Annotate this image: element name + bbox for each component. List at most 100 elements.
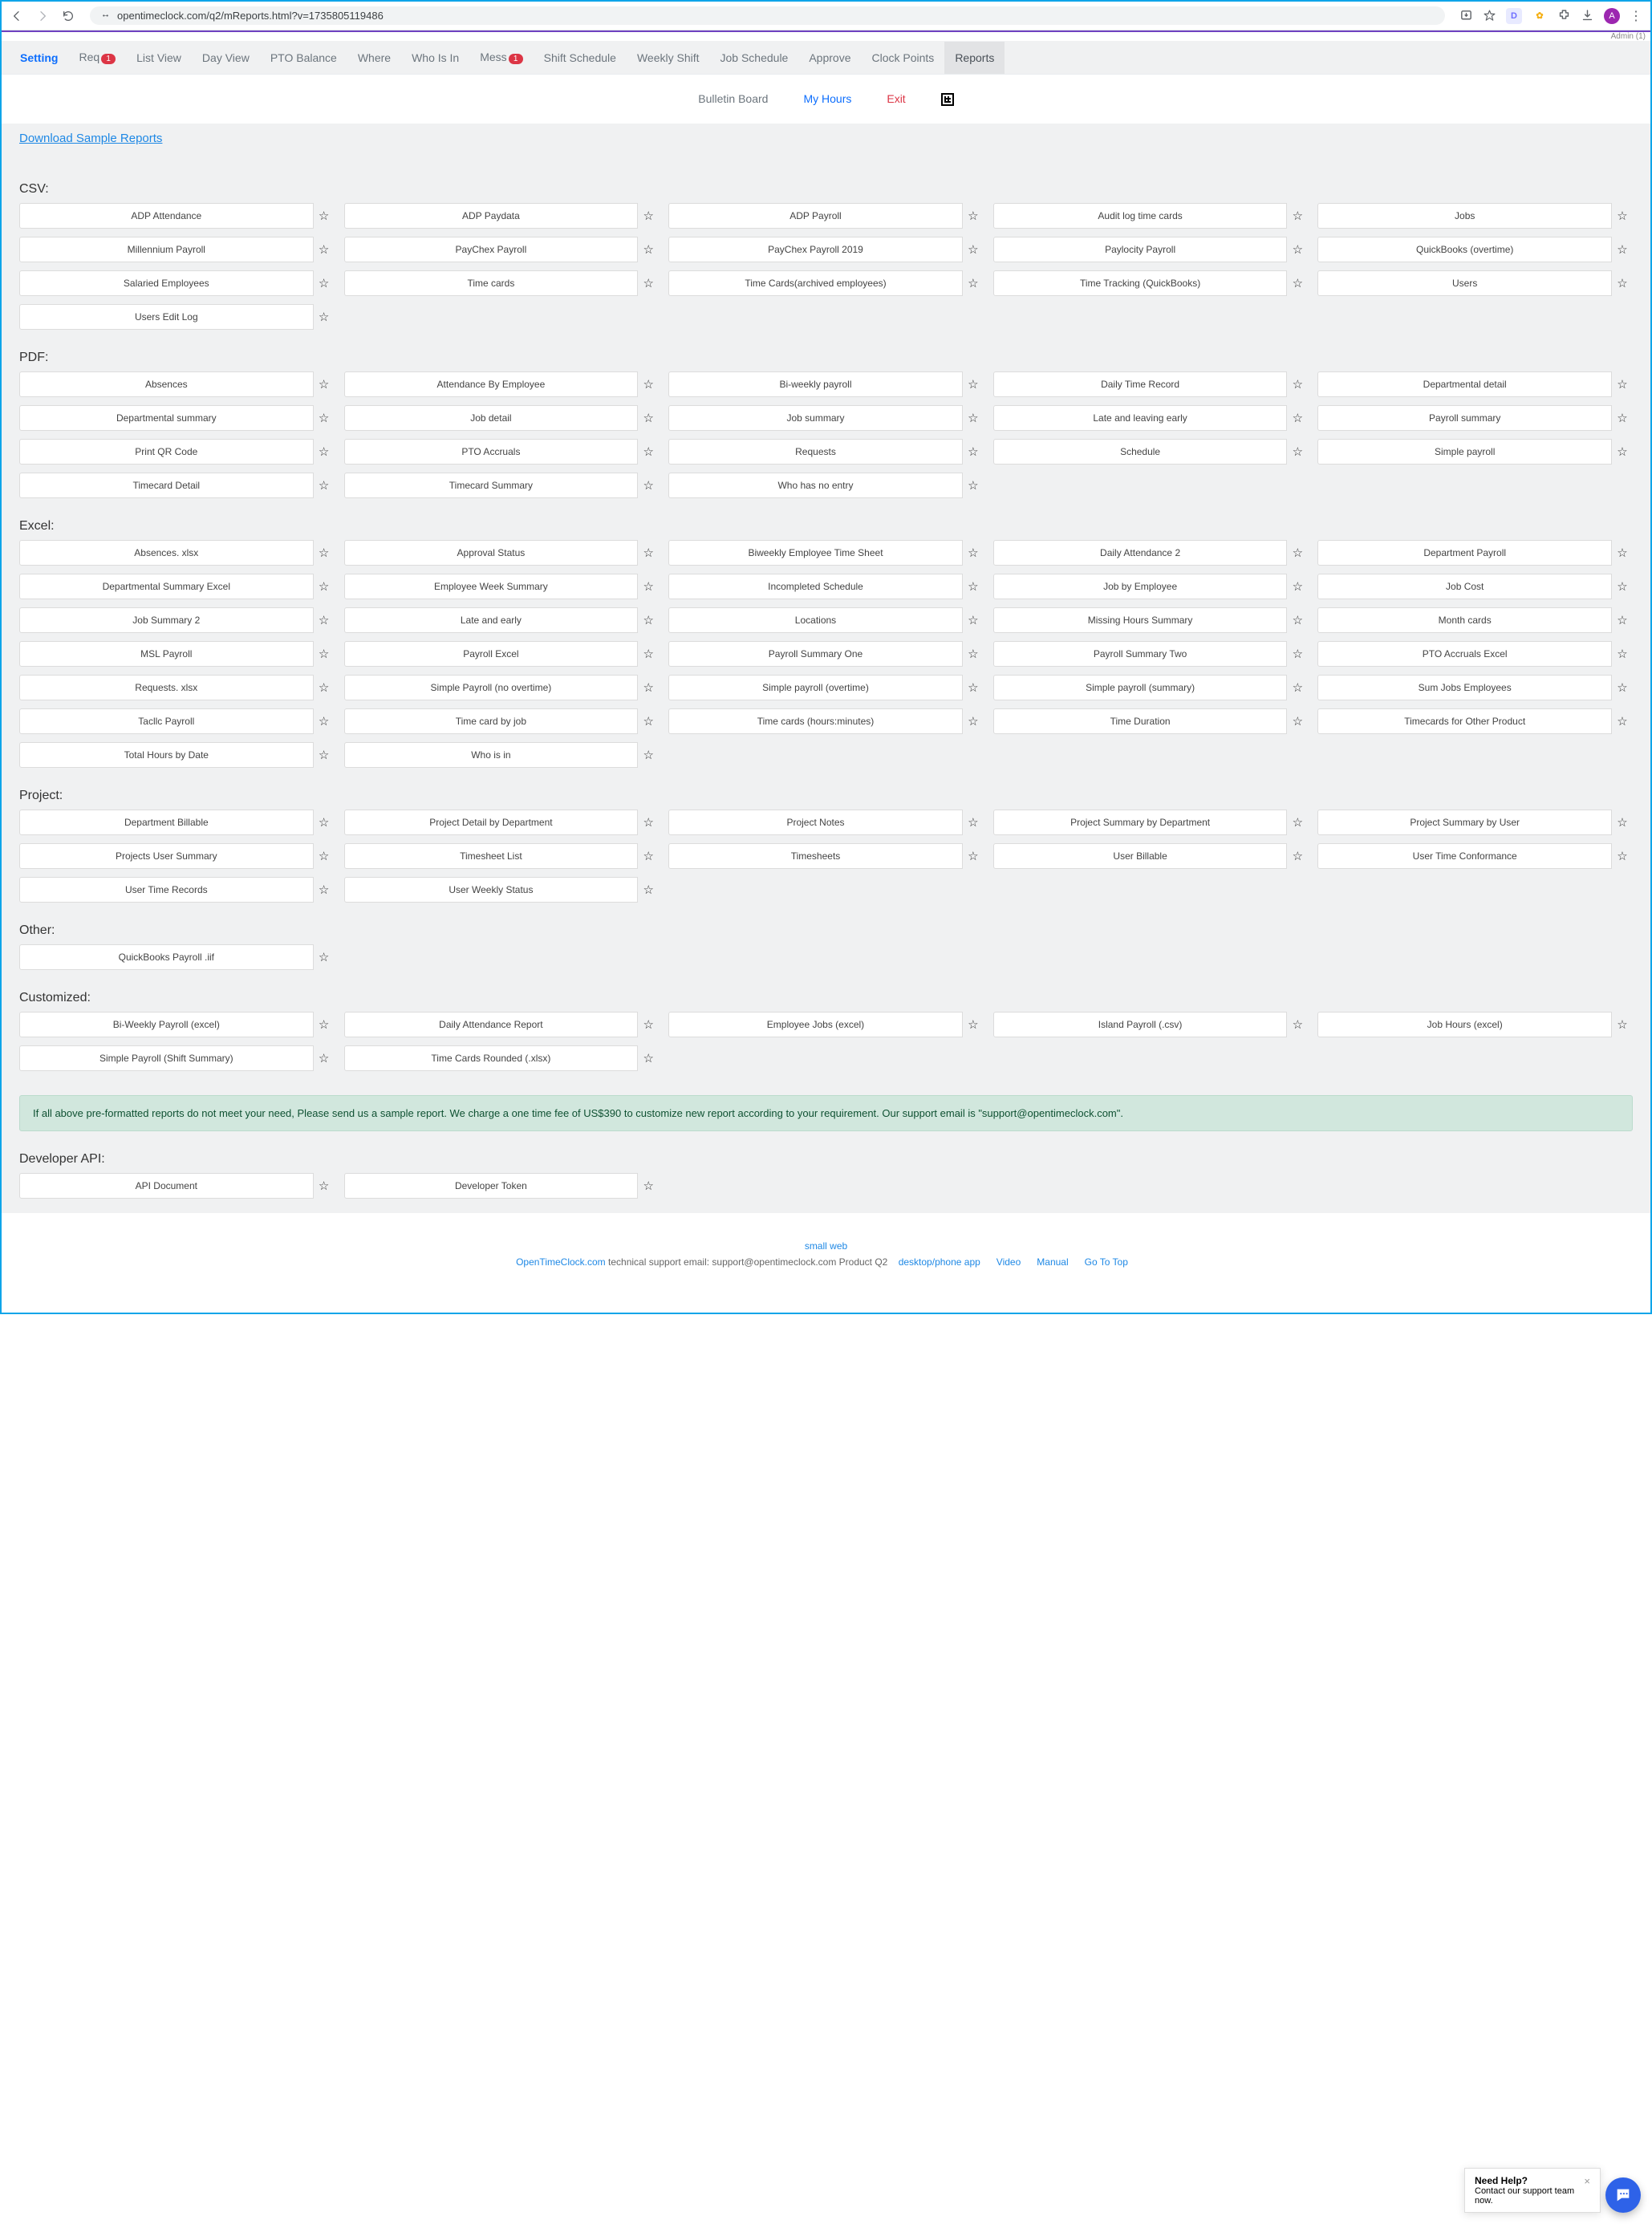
favorite-star-icon[interactable]: ☆ — [638, 1173, 659, 1199]
report-button[interactable]: Schedule — [993, 439, 1288, 465]
favorite-star-icon[interactable]: ☆ — [314, 641, 335, 667]
favorite-star-icon[interactable]: ☆ — [1287, 405, 1308, 431]
favorite-star-icon[interactable]: ☆ — [1612, 540, 1633, 566]
footer-link[interactable]: Go To Top — [1085, 1256, 1128, 1268]
report-button[interactable]: Department Billable — [19, 810, 314, 835]
favorite-star-icon[interactable]: ☆ — [1287, 1012, 1308, 1037]
tab-where[interactable]: Where — [347, 42, 401, 74]
download-sample-link[interactable]: Download Sample Reports — [19, 132, 162, 145]
favorite-star-icon[interactable]: ☆ — [1287, 675, 1308, 700]
report-button[interactable]: Bi-weekly payroll — [668, 371, 963, 397]
report-button[interactable]: Sum Jobs Employees — [1317, 675, 1612, 700]
favorite-star-icon[interactable]: ☆ — [963, 203, 984, 229]
report-button[interactable]: Biweekly Employee Time Sheet — [668, 540, 963, 566]
favorite-star-icon[interactable]: ☆ — [1612, 810, 1633, 835]
favorite-star-icon[interactable]: ☆ — [1287, 371, 1308, 397]
report-button[interactable]: Audit log time cards — [993, 203, 1288, 229]
report-button[interactable]: Timecard Detail — [19, 473, 314, 498]
reload-icon[interactable] — [61, 9, 75, 23]
report-button[interactable]: Payroll summary — [1317, 405, 1612, 431]
favorite-star-icon[interactable]: ☆ — [963, 540, 984, 566]
favorite-star-icon[interactable]: ☆ — [638, 1012, 659, 1037]
report-button[interactable]: Time cards — [344, 270, 639, 296]
report-button[interactable]: Locations — [668, 607, 963, 633]
favorite-star-icon[interactable]: ☆ — [638, 810, 659, 835]
favorite-star-icon[interactable]: ☆ — [1287, 810, 1308, 835]
report-button[interactable]: Users Edit Log — [19, 304, 314, 330]
favorite-star-icon[interactable]: ☆ — [638, 607, 659, 633]
report-button[interactable]: ADP Payroll — [668, 203, 963, 229]
favorite-star-icon[interactable]: ☆ — [314, 270, 335, 296]
favorite-star-icon[interactable]: ☆ — [638, 641, 659, 667]
forward-icon[interactable] — [35, 9, 50, 23]
report-button[interactable]: User Weekly Status — [344, 877, 639, 903]
favorite-star-icon[interactable]: ☆ — [1612, 439, 1633, 465]
qr-icon[interactable] — [941, 93, 954, 106]
help-close-icon[interactable]: × — [1584, 2175, 1590, 2187]
install-app-icon[interactable] — [1459, 9, 1473, 22]
report-button[interactable]: Job Cost — [1317, 574, 1612, 599]
footer-link[interactable]: desktop/phone app — [899, 1256, 980, 1268]
favorite-star-icon[interactable]: ☆ — [963, 574, 984, 599]
report-button[interactable]: Time Tracking (QuickBooks) — [993, 270, 1288, 296]
favorite-star-icon[interactable]: ☆ — [314, 574, 335, 599]
favorite-star-icon[interactable]: ☆ — [314, 742, 335, 768]
small-web-link[interactable]: small web — [805, 1240, 847, 1252]
favorite-star-icon[interactable]: ☆ — [638, 742, 659, 768]
report-button[interactable]: Tacllc Payroll — [19, 708, 314, 734]
report-button[interactable]: User Time Records — [19, 877, 314, 903]
report-button[interactable]: Job summary — [668, 405, 963, 431]
report-button[interactable]: Time card by job — [344, 708, 639, 734]
report-button[interactable]: Employee Week Summary — [344, 574, 639, 599]
favorite-star-icon[interactable]: ☆ — [1612, 708, 1633, 734]
favorite-star-icon[interactable]: ☆ — [963, 270, 984, 296]
report-button[interactable]: Project Detail by Department — [344, 810, 639, 835]
favorite-star-icon[interactable]: ☆ — [314, 607, 335, 633]
favorite-star-icon[interactable]: ☆ — [314, 944, 335, 970]
report-button[interactable]: Requests. xlsx — [19, 675, 314, 700]
report-button[interactable]: Simple Payroll (Shift Summary) — [19, 1045, 314, 1071]
report-button[interactable]: PTO Accruals Excel — [1317, 641, 1612, 667]
report-button[interactable]: Incompleted Schedule — [668, 574, 963, 599]
favorite-star-icon[interactable]: ☆ — [638, 237, 659, 262]
report-button[interactable]: User Time Conformance — [1317, 843, 1612, 869]
favorite-star-icon[interactable]: ☆ — [314, 1012, 335, 1037]
report-button[interactable]: Departmental Summary Excel — [19, 574, 314, 599]
report-button[interactable]: Job by Employee — [993, 574, 1288, 599]
report-button[interactable]: Daily Attendance Report — [344, 1012, 639, 1037]
favorite-star-icon[interactable]: ☆ — [1287, 641, 1308, 667]
chrome-menu-icon[interactable]: ⋮ — [1630, 8, 1642, 24]
favorite-star-icon[interactable]: ☆ — [314, 473, 335, 498]
report-button[interactable]: Millennium Payroll — [19, 237, 314, 262]
tab-clockpts[interactable]: Clock Points — [862, 42, 945, 74]
report-button[interactable]: MSL Payroll — [19, 641, 314, 667]
report-button[interactable]: User Billable — [993, 843, 1288, 869]
report-button[interactable]: Employee Jobs (excel) — [668, 1012, 963, 1037]
favorite-star-icon[interactable]: ☆ — [638, 1045, 659, 1071]
favorite-star-icon[interactable]: ☆ — [638, 473, 659, 498]
report-button[interactable]: ADP Attendance — [19, 203, 314, 229]
favorite-star-icon[interactable]: ☆ — [638, 675, 659, 700]
subtab-myhours[interactable]: My Hours — [793, 83, 862, 116]
report-button[interactable]: ADP Paydata — [344, 203, 639, 229]
favorite-star-icon[interactable]: ☆ — [1287, 439, 1308, 465]
favorite-star-icon[interactable]: ☆ — [638, 540, 659, 566]
report-button[interactable]: Department Payroll — [1317, 540, 1612, 566]
favorite-star-icon[interactable]: ☆ — [638, 574, 659, 599]
favorite-star-icon[interactable]: ☆ — [1612, 574, 1633, 599]
footer-link[interactable]: Manual — [1037, 1256, 1068, 1268]
favorite-star-icon[interactable]: ☆ — [314, 810, 335, 835]
report-button[interactable]: Simple Payroll (no overtime) — [344, 675, 639, 700]
favorite-star-icon[interactable]: ☆ — [314, 540, 335, 566]
report-button[interactable]: Who is in — [344, 742, 639, 768]
report-button[interactable]: Job Hours (excel) — [1317, 1012, 1612, 1037]
favorite-star-icon[interactable]: ☆ — [314, 1173, 335, 1199]
favorite-star-icon[interactable]: ☆ — [314, 675, 335, 700]
report-button[interactable]: PTO Accruals — [344, 439, 639, 465]
tab-shift[interactable]: Shift Schedule — [534, 42, 627, 74]
report-button[interactable]: Departmental detail — [1317, 371, 1612, 397]
favorite-star-icon[interactable]: ☆ — [1612, 1012, 1633, 1037]
report-button[interactable]: Time Cards(archived employees) — [668, 270, 963, 296]
favorite-star-icon[interactable]: ☆ — [963, 1012, 984, 1037]
tab-weekly[interactable]: Weekly Shift — [627, 42, 710, 74]
